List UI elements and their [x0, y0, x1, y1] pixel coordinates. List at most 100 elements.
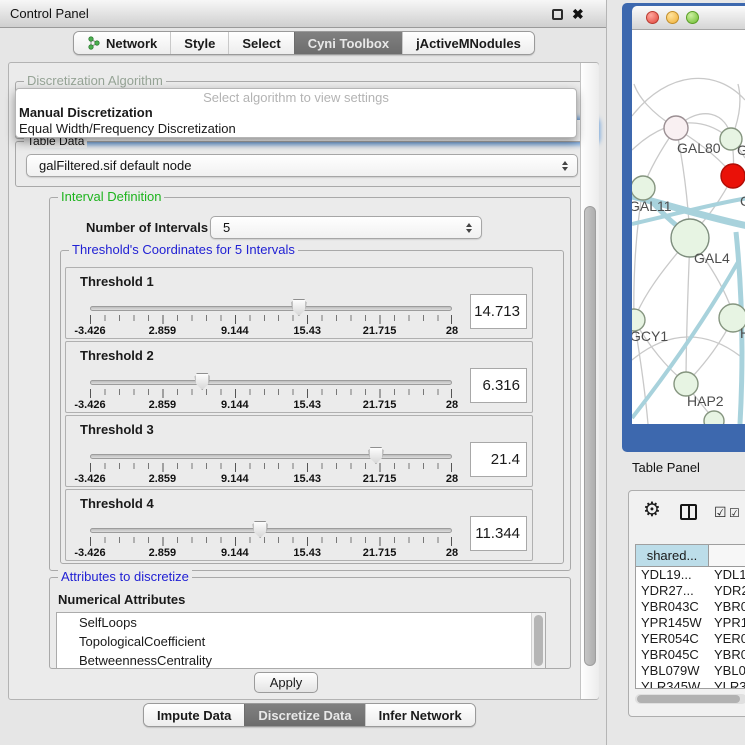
table-row[interactable]: YLR345WYLR3 — [636, 679, 745, 689]
tick-label: 28 — [446, 473, 458, 485]
close-icon[interactable]: ✖ — [572, 4, 584, 24]
tab-label: Network — [106, 36, 157, 51]
slider-track[interactable] — [90, 528, 452, 533]
table-data-combobox[interactable]: galFiltered.sif default node — [26, 154, 578, 177]
close-traffic-light-icon[interactable] — [646, 11, 659, 24]
tick-label: 9.144 — [221, 473, 249, 485]
node-partial-bottom[interactable] — [704, 411, 724, 424]
attribute-list-item[interactable]: SelfLoops — [57, 613, 545, 632]
tick-label: -3.426 — [74, 473, 105, 485]
float-window-icon[interactable] — [552, 9, 563, 20]
tab-cyni-toolbox[interactable]: Cyni Toolbox — [294, 32, 402, 54]
cell-shared-name[interactable]: YER054C — [636, 631, 709, 647]
tab-discretize-data[interactable]: Discretize Data — [244, 704, 364, 726]
tab-label: Cyni Toolbox — [308, 36, 389, 51]
cell-shared-name[interactable]: YDL19... — [636, 567, 709, 583]
cell-name[interactable]: YDR2 — [709, 583, 745, 599]
node-selected-red[interactable] — [721, 164, 745, 188]
threshold-value-field[interactable]: 6.316 — [470, 368, 527, 403]
table-row[interactable]: YER054CYER0 — [636, 631, 745, 647]
zoom-traffic-light-icon[interactable] — [686, 11, 699, 24]
tab-jactivemnodules[interactable]: jActiveMNodules — [402, 32, 534, 54]
cell-name[interactable]: YDL1 — [709, 567, 745, 583]
cell-shared-name[interactable]: YDR27... — [636, 583, 709, 599]
algorithm-dropdown-list: Select algorithm to view settings Manual… — [15, 88, 577, 138]
scrollbar-thumb[interactable] — [534, 615, 543, 666]
scrollbar-thumb[interactable] — [637, 695, 740, 703]
discretization-algorithm-label: Discretization Algorithm — [24, 74, 166, 88]
panel-vertical-scrollbar[interactable] — [580, 63, 599, 699]
tab-network[interactable]: Network — [74, 32, 170, 54]
cell-name[interactable]: YLR3 — [709, 679, 745, 689]
attributes-scrollbar[interactable] — [531, 613, 545, 668]
tab-impute-data[interactable]: Impute Data — [144, 704, 244, 726]
column-header-name[interactable]: na — [709, 545, 745, 567]
scrollbar-thumb[interactable] — [584, 206, 596, 666]
threshold-label: Threshold 3 — [80, 422, 154, 437]
cell-shared-name[interactable]: YLR345W — [636, 679, 709, 689]
cell-name[interactable]: YPR1 — [709, 615, 745, 631]
dropdown-placeholder-option[interactable]: Select algorithm to view settings — [16, 90, 576, 105]
column-header-shared[interactable]: shared... — [636, 545, 709, 567]
minimize-traffic-light-icon[interactable] — [666, 11, 679, 24]
cell-shared-name[interactable]: YBL079W — [636, 663, 709, 679]
tab-style[interactable]: Style — [170, 32, 228, 54]
tick-label: 21.715 — [363, 547, 397, 559]
slider-thumb[interactable] — [368, 447, 383, 464]
table-row[interactable]: YDL19...YDL1 — [636, 567, 745, 583]
attribute-list-item[interactable]: TopologicalCoefficient — [57, 632, 545, 651]
cell-name[interactable]: YER0 — [709, 631, 745, 647]
cell-name[interactable]: YBR0 — [709, 599, 745, 615]
apply-button[interactable]: Apply — [254, 672, 318, 693]
checkbox-checked-icon[interactable]: ☑ — [714, 504, 727, 521]
threshold-value-field[interactable]: 14.713 — [470, 294, 527, 329]
attribute-list-item[interactable]: BetweennessCentrality — [57, 651, 545, 669]
cell-shared-name[interactable]: YBR043C — [636, 599, 709, 615]
table-panel-title: Table Panel — [632, 460, 700, 475]
cell-name[interactable]: YBR0 — [709, 647, 745, 663]
cell-shared-name[interactable]: YPR145W — [636, 615, 709, 631]
node-gal11[interactable] — [632, 176, 655, 200]
network-icon — [87, 36, 101, 50]
dropdown-option-equal-width-frequency[interactable]: Equal Width/Frequency Discretization — [16, 121, 576, 137]
gear-icon[interactable]: ⚙ — [643, 499, 661, 521]
threshold-slider[interactable]: -3.4262.8599.14415.4321.71528 — [90, 520, 452, 560]
network-canvas[interactable]: GAL80 GA GAL11 C GAL4 GCY1 H HAP2 — [632, 30, 745, 424]
number-of-intervals-label: Number of Intervals — [86, 220, 208, 235]
cell-name[interactable]: YBL0 — [709, 663, 745, 679]
cell-shared-name[interactable]: YBR045C — [636, 647, 709, 663]
tick-label: 28 — [446, 399, 458, 411]
column-layout-icon[interactable] — [680, 504, 697, 520]
table-row[interactable]: YBL079WYBL0 — [636, 663, 745, 679]
tick-label: 9.144 — [221, 399, 249, 411]
slider-thumb[interactable] — [253, 521, 268, 538]
number-of-intervals-combobox[interactable]: 5 — [210, 216, 482, 239]
threshold-slider[interactable]: -3.4262.8599.14415.4321.71528 — [90, 372, 452, 412]
attributes-to-discretize-label: Attributes to discretize — [58, 570, 192, 584]
checkbox-checked-icon[interactable]: ☑ — [729, 506, 740, 520]
tab-label: jActiveMNodules — [416, 36, 521, 51]
table-row[interactable]: YPR145WYPR1 — [636, 615, 745, 631]
threshold-slider[interactable]: -3.4262.8599.14415.4321.71528 — [90, 446, 452, 486]
network-window-titlebar[interactable] — [632, 6, 745, 30]
table-row[interactable]: YDR27...YDR2 — [636, 583, 745, 599]
threshold-block: Threshold 2 -3.4262.8599.14415.4321.7152… — [65, 341, 533, 413]
tab-infer-network[interactable]: Infer Network — [365, 704, 475, 726]
table-horizontal-scrollbar[interactable] — [635, 694, 745, 704]
threshold-value-field[interactable]: 21.4 — [470, 442, 527, 477]
slider-thumb[interactable] — [291, 299, 306, 316]
dropdown-option-manual-discretization[interactable]: Manual Discretization — [16, 105, 576, 121]
threshold-value-field[interactable]: 11.344 — [470, 516, 527, 551]
tick-label: -3.426 — [74, 325, 105, 337]
slider-track[interactable] — [90, 306, 452, 311]
table-row[interactable]: YBR043CYBR0 — [636, 599, 745, 615]
tab-label: Style — [184, 36, 215, 51]
tab-select[interactable]: Select — [228, 32, 293, 54]
slider-track[interactable] — [90, 454, 452, 459]
table-row[interactable]: YBR045CYBR0 — [636, 647, 745, 663]
slider-track[interactable] — [90, 380, 452, 385]
slider-thumb[interactable] — [195, 373, 210, 390]
tab-label: Infer Network — [379, 708, 462, 723]
node-gal80[interactable] — [664, 116, 688, 140]
threshold-slider[interactable]: -3.4262.8599.14415.4321.71528 — [90, 298, 452, 338]
